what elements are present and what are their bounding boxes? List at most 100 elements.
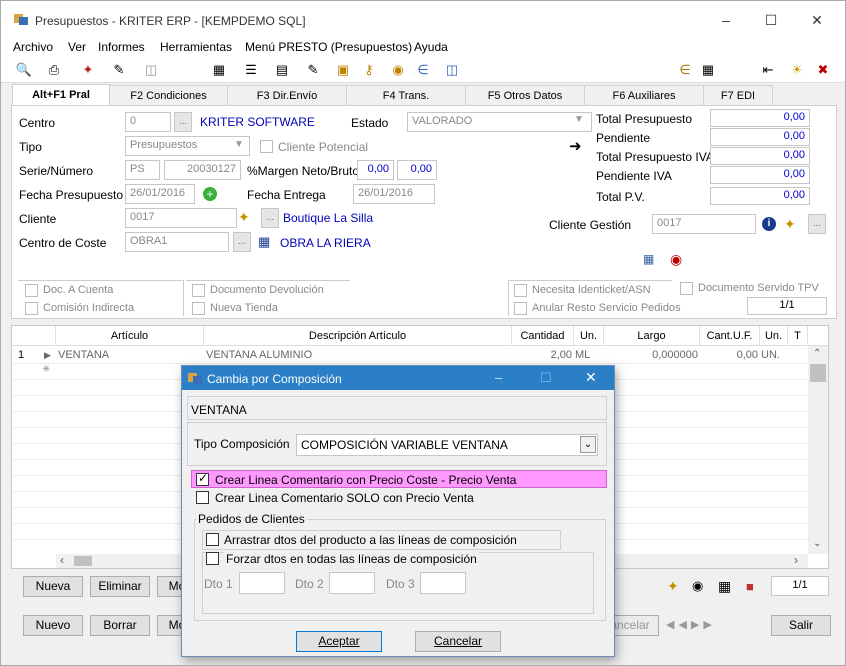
dialog-minimize-button[interactable]: – [495, 370, 502, 385]
tipo-composicion-select[interactable]: COMPOSICIÓN VARIABLE VENTANA [296, 434, 598, 456]
opt-coste-venta-checkbox[interactable] [196, 471, 209, 486]
package-icon[interactable]: ▣ [334, 61, 352, 79]
grid-col-largo[interactable]: Largo [604, 326, 700, 346]
cliente-gestion-lookup-button[interactable]: ... [808, 214, 826, 234]
calendar-icon[interactable]: ▦ [258, 234, 270, 250]
close-button[interactable]: ✕ [803, 9, 831, 31]
servido-tpv-checkbox[interactable] [680, 282, 693, 295]
comision-checkbox[interactable] [25, 302, 38, 315]
h-scroll-thumb[interactable] [74, 556, 92, 566]
tab-auxiliares[interactable]: F6 Auxiliares [584, 85, 704, 105]
record-navigation[interactable]: ◀◀▶▶ [666, 618, 716, 631]
cliente-lookup-button[interactable]: ... [261, 208, 279, 228]
grid-col-un[interactable]: Un. [574, 326, 604, 346]
wand-icon[interactable]: ✦ [667, 578, 679, 595]
menu-ayuda[interactable]: Ayuda [414, 40, 448, 54]
tab-edi[interactable]: F7 EDI [703, 85, 773, 105]
key-icon[interactable]: ⚷ [360, 61, 378, 79]
row-cantuf[interactable]: 0,00 [702, 347, 758, 363]
grid-icon[interactable]: ▦ [718, 578, 731, 595]
forzar-checkbox[interactable] [206, 552, 219, 565]
identicket-checkbox[interactable] [514, 284, 527, 297]
edit-doc-icon[interactable]: ✎ [110, 61, 128, 79]
grid-col-t[interactable]: T [788, 326, 808, 346]
doc-devolucion-checkbox[interactable] [192, 284, 205, 297]
row-cantidad[interactable]: 2,00 [514, 347, 572, 363]
menu-informes[interactable]: Informes [98, 40, 145, 54]
row-articulo[interactable]: VENTANA [58, 347, 109, 363]
barcode-icon[interactable]: ▦ [699, 61, 717, 79]
chevron-left-icon[interactable]: ‹ [60, 553, 64, 567]
dto1-field[interactable] [239, 572, 285, 594]
tab-principal[interactable]: Alt+F1 Pral [12, 84, 110, 105]
list-icon[interactable]: ▤ [273, 61, 291, 79]
attachment-icon[interactable]: ∈ [676, 61, 694, 79]
tree-icon[interactable]: ☰ [242, 61, 260, 79]
tab-dir-envio[interactable]: F3 Dir.Envío [227, 85, 347, 105]
tab-condiciones[interactable]: F2 Condiciones [109, 85, 228, 105]
scroll-thumb[interactable] [810, 364, 826, 382]
tab-otros-datos[interactable]: F5 Otros Datos [465, 85, 585, 105]
vertical-scrollbar[interactable]: ⌃ ⌄ [808, 346, 828, 554]
grid-col-cantuf[interactable]: Cant.U.F. [700, 326, 760, 346]
menu-archivo[interactable]: Archivo [13, 40, 53, 54]
cliente-potencial-checkbox[interactable] [260, 140, 273, 153]
chevron-down-icon[interactable]: ⌄ [580, 436, 596, 453]
copy-doc-icon[interactable]: ◫ [142, 61, 160, 79]
dto2-field[interactable] [329, 572, 375, 594]
print-icon[interactable]: ⎙ [45, 61, 63, 79]
margen-bruto-field[interactable]: 0,00 [397, 160, 437, 180]
borrar-button[interactable]: Borrar [90, 615, 150, 636]
tab-trans[interactable]: F4 Trans. [346, 85, 466, 105]
fecha-presupuesto-field[interactable]: 26/01/2016 [125, 184, 195, 204]
preview-icon[interactable]: 🔍 [15, 61, 33, 79]
dto3-field[interactable] [420, 572, 466, 594]
grid-col-descripcion[interactable]: Descripción Artículo [204, 326, 512, 346]
maximize-button[interactable]: ☐ [757, 9, 785, 31]
aceptar-button[interactable]: Aceptar [296, 631, 382, 652]
row-largo[interactable]: 0,000000 [606, 347, 698, 363]
cancelar-button[interactable]: Cancelar [415, 631, 501, 652]
nueva-button[interactable]: Nueva [23, 576, 83, 597]
nuevo-button[interactable]: Nuevo [23, 615, 83, 636]
salir-button[interactable]: Salir [771, 615, 831, 636]
info-icon[interactable]: i [762, 217, 776, 231]
centro-coste-lookup-button[interactable]: ... [233, 232, 251, 252]
note-icon[interactable]: ✎ [304, 61, 322, 79]
grid-col-un2[interactable]: Un. [760, 326, 788, 346]
arrastrar-checkbox[interactable] [206, 533, 219, 546]
tools-icon[interactable]: ✦ [79, 61, 97, 79]
chevron-right-icon[interactable]: › [794, 553, 798, 567]
wand-icon[interactable]: ✦ [238, 209, 250, 226]
doc-cuenta-checkbox[interactable] [25, 284, 38, 297]
minimize-button[interactable]: – [712, 9, 740, 31]
table-icon[interactable]: ▦ [643, 252, 654, 266]
tipo-select[interactable]: Presupuestos [125, 136, 250, 156]
eliminar-button[interactable]: Eliminar [90, 576, 150, 597]
grid-col-articulo[interactable]: Artículo [56, 326, 204, 346]
calculator-icon[interactable]: ▦ [210, 61, 228, 79]
fecha-entrega-field[interactable]: 26/01/2016 [353, 184, 435, 204]
row-un2[interactable]: UN. [761, 347, 780, 363]
menu-herramientas[interactable]: Herramientas [160, 40, 232, 54]
money-bag-icon[interactable]: ◉ [670, 251, 682, 268]
cliente-gestion-field[interactable]: 0017 [652, 214, 756, 234]
centro-field[interactable]: 0 [125, 112, 171, 132]
grid-col-cantidad[interactable]: Cantidad [512, 326, 574, 346]
dialog-close-button[interactable]: ✕ [585, 369, 597, 386]
opt-solo-venta-checkbox[interactable] [196, 491, 209, 504]
chevron-down-icon[interactable]: ⌄ [813, 538, 821, 549]
exit-icon[interactable]: ✖ [814, 61, 832, 79]
estado-select[interactable]: VALORADO [407, 112, 592, 132]
clip-icon[interactable]: ∈ [414, 61, 432, 79]
color-grid-icon[interactable]: ■ [746, 579, 754, 594]
serie-field[interactable]: PS [125, 160, 160, 180]
row-descripcion[interactable]: VENTANA ALUMINIO [206, 347, 312, 363]
margen-neto-field[interactable]: 0,00 [357, 160, 394, 180]
wand-icon[interactable]: ✦ [784, 216, 796, 233]
binoculars-icon[interactable]: ◉ [692, 578, 703, 594]
centro-lookup-button[interactable]: ... [174, 112, 192, 132]
arrow-right-icon[interactable]: ➜ [569, 137, 582, 155]
cliente-field[interactable]: 0017 [125, 208, 237, 228]
centro-coste-field[interactable]: OBRA1 [125, 232, 229, 252]
